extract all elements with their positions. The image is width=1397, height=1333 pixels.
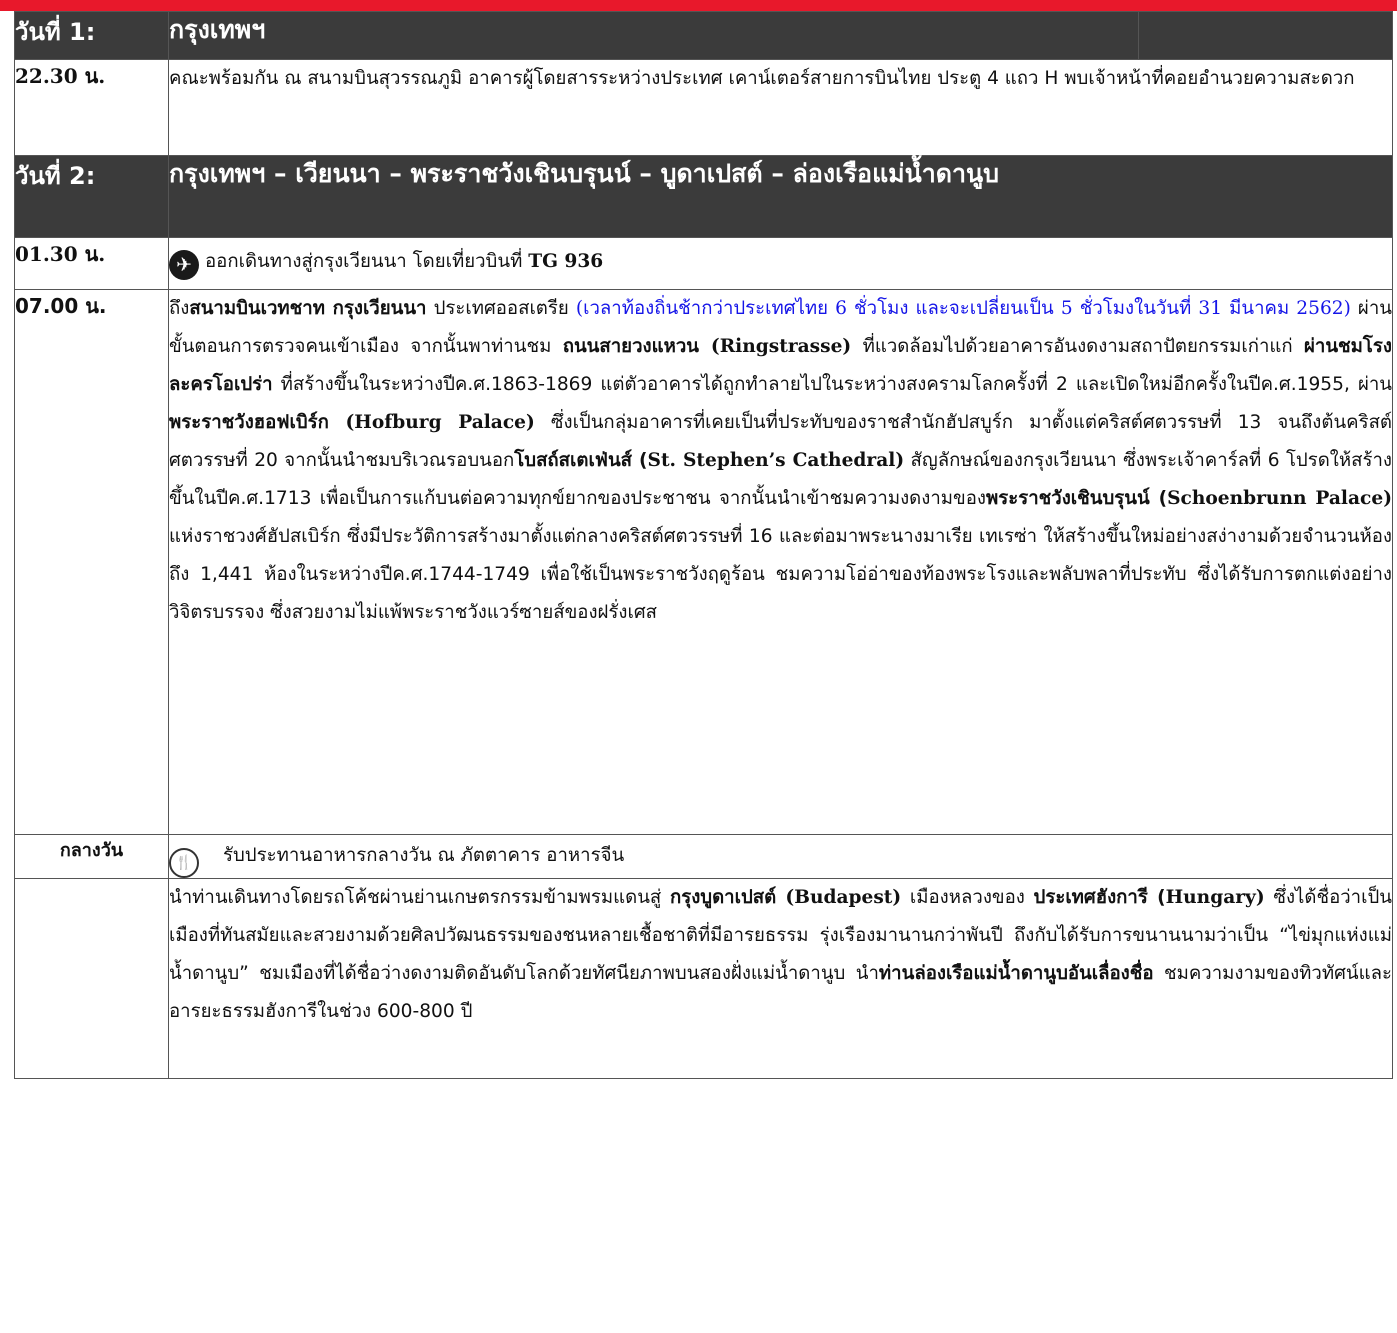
danube-cruise: ท่านล่องเรือแม่น้ำดานูบอันเลื่องชื่อ: [878, 963, 1154, 984]
timezone-note: (เวลาท้องถิ่นช้ากว่าประเทศไทย 6 ชั่วโมง …: [575, 298, 1351, 319]
day1-label: วันที่ 1:: [14, 11, 169, 60]
arrival-description: ถึงสนามบินเวทชาท กรุงเวียนนา ประเทศออสเต…: [168, 289, 1393, 835]
day2-label: วันที่ 2:: [14, 155, 169, 238]
meal-icon: 🍴: [169, 848, 199, 878]
lunch-description: 🍴 รับประทานอาหารกลางวัน ณ ภัตตาคาร อาหารจ…: [168, 834, 1393, 879]
hofburg-en: (Hofburg Palace): [328, 412, 535, 433]
row-time: กลางวัน: [14, 834, 169, 879]
row-time: 07.00 น.: [14, 289, 169, 835]
hofburg-name: พระราชวังฮอฟเบิร์ก: [169, 412, 329, 433]
itinerary-table: วันที่ 1: กรุงเทพฯ 22.30 น. คณะพร้อมกัน …: [14, 11, 1393, 1079]
text-span: ที่สร้างขึ้นในระหว่างปีค.ศ.1863-1869 แต่…: [272, 374, 1392, 395]
row-description: คณะพร้อมกัน ณ สนามบินสุวรรณภูมิ อาคารผู้…: [168, 59, 1393, 156]
text-span: แห่งราชวงศ์ฮัปสเบิร์ก ซึ่งมีประวัติการสร…: [169, 526, 1392, 623]
ringstrasse-name: ถนนสายวงแหวน: [562, 336, 699, 357]
schoenbrunn-en: Schoenbrunn Palace): [1167, 488, 1392, 509]
lunch-row: กลางวัน 🍴 รับประทานอาหารกลางวัน ณ ภัตตาคา…: [14, 834, 1393, 879]
lunch-text: รับประทานอาหารกลางวัน ณ ภัตตาคาร อาหารจี…: [223, 845, 625, 866]
budapest-en: (Budapest): [776, 887, 902, 908]
flight-description: ✈ ออกเดินทางสู่กรุงเวียนนา โดยเที่ยวบินที…: [168, 237, 1393, 290]
afternoon-description: นำท่านเดินทางโดยรถโค้ชผ่านย่านเกษตรกรรมข…: [168, 878, 1393, 1079]
hungary-en: Hungary): [1165, 887, 1265, 908]
row-time: 01.30 น.: [14, 237, 169, 290]
schoenbrunn-name: พระราชวังเชินบรุนน์ (: [985, 488, 1168, 509]
schedule-row: 22.30 น. คณะพร้อมกัน ณ สนามบินสุวรรณภูมิ…: [14, 59, 1393, 156]
day2-header-row: วันที่ 2: กรุงเทพฯ – เวียนนา – พระราชวัง…: [14, 155, 1393, 238]
day1-header-row: วันที่ 1: กรุงเทพฯ: [14, 11, 1393, 60]
cathedral-en: St. Stephen’s Cathedral): [647, 450, 905, 471]
arrival-row: 07.00 น. ถึงสนามบินเวทชาท กรุงเวียนนา ปร…: [14, 289, 1393, 835]
cathedral-name: โบสถ์สเตเฟ่นส์ (: [514, 450, 648, 471]
flight-row: 01.30 น. ✈ ออกเดินทางสู่กรุงเวียนนา โดยเท…: [14, 237, 1393, 290]
top-accent-bar: [0, 0, 1397, 11]
ringstrasse-en: (Ringstrasse): [699, 336, 852, 357]
flight-number: TG 936: [528, 251, 604, 272]
text-span: ประเทศออสเตรีย: [426, 298, 576, 319]
text-span: ที่แวดล้อมไปด้วยอาคารอันงดงามสถาปัตยกรรม…: [851, 336, 1304, 357]
text-span: นำท่านเดินทางโดยรถโค้ชผ่านย่านเกษตรกรรมข…: [169, 887, 670, 908]
text-span: เมืองหลวงของ: [901, 887, 1034, 908]
hungary-name: ประเทศฮังการี (: [1033, 887, 1166, 908]
budapest-name: กรุงบูดาเปสต์: [669, 887, 777, 908]
flight-text: ออกเดินทางสู่กรุงเวียนนา โดยเที่ยวบินที่: [205, 251, 529, 272]
day1-title: กรุงเทพฯ: [168, 11, 1139, 60]
afternoon-row: นำท่านเดินทางโดยรถโค้ชผ่านย่านเกษตรกรรมข…: [14, 878, 1393, 1079]
airport-name: สนามบินเวทชาท กรุงเวียนนา: [189, 298, 427, 319]
airplane-icon: ✈: [169, 250, 199, 280]
text-span: ถึง: [169, 298, 190, 319]
row-time: [14, 878, 169, 1079]
row-time: 22.30 น.: [14, 59, 169, 156]
day2-title: กรุงเทพฯ – เวียนนา – พระราชวังเชินบรุนน์…: [168, 155, 1393, 238]
day1-header-empty-cell: [1138, 11, 1393, 60]
